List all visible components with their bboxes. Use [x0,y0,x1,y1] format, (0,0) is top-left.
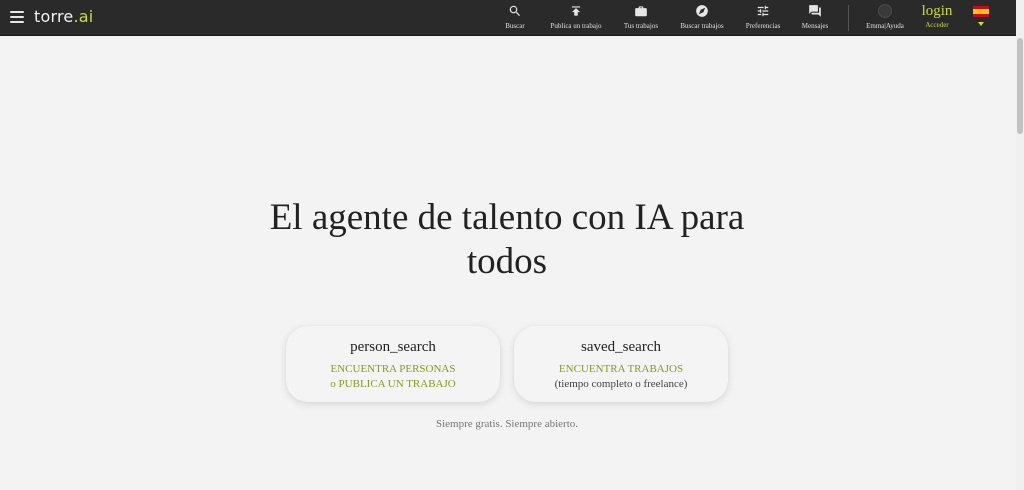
scrollbar-thumb[interactable] [1017,38,1023,134]
sliders-icon [757,5,769,17]
hero-title-line2: todos [466,241,548,282]
chat-icon [809,5,821,17]
caret-down-icon [978,22,984,26]
logo-text: torre [34,7,74,26]
hero-title: El agente de talento con IA para todos [212,196,802,284]
user-menu[interactable]: Emma|Ayuda [862,4,908,30]
nav-item-mensajes[interactable]: Mensajes [798,4,832,32]
search-icon [509,5,520,16]
login-title: login [921,3,953,19]
nav-label: Tus trabajos [623,22,659,30]
nav-label: Buscar [505,22,525,30]
spain-flag-icon [973,6,989,17]
nav-item-publica[interactable]: Publica un trabajo [546,4,606,32]
logo[interactable]: torre.ai [34,7,93,26]
menu-icon[interactable] [10,11,24,23]
top-nav-bar: torre.ai Buscar Publica un trabajo Tus t… [0,0,1016,36]
card-line2: o PUBLICA UN TRABAJO [330,378,456,390]
logo-accent: .ai [73,7,94,26]
page-scrollbar[interactable] [1016,0,1024,490]
nav-item-preferencias[interactable]: Preferencias [742,4,784,32]
nav-item-buscar[interactable]: Buscar [500,4,530,32]
nav-label: Mensajes [801,22,829,30]
briefcase-icon [635,6,647,17]
card-line1: ENCUENTRA PERSONAS [330,363,456,375]
nav-label: Preferencias [745,22,781,30]
user-label: Emma|Ayuda [866,22,904,30]
nav-label: Publica un trabajo [550,22,602,30]
find-people-card[interactable]: person_search ENCUENTRA PERSONAS o PUBLI… [286,326,500,402]
upload-icon [571,6,581,16]
person-search-icon: person_search [350,339,436,355]
nav-divider [848,5,849,31]
find-jobs-card[interactable]: saved_search ENCUENTRA TRABAJOS (tiempo … [514,326,728,402]
nav-item-buscar-trabajos[interactable]: Buscar trabajos [676,4,728,32]
card-line2: (tiempo completo o freelance) [554,378,688,390]
hero-title-line1: El agente de talento con IA para [269,197,745,238]
language-selector[interactable] [972,6,990,26]
footnote: Siempre gratis. Siempre abierto. [435,418,579,430]
login-subtitle: Acceder [925,21,949,29]
saved-search-icon: saved_search [581,339,661,355]
nav-label: Buscar trabajos [680,22,724,30]
card-line1: ENCUENTRA TRABAJOS [558,363,684,375]
avatar [878,4,892,18]
compass-icon [696,5,708,17]
login-button[interactable]: login Acceder [918,3,956,29]
nav-item-tus-trabajos[interactable]: Tus trabajos [620,4,662,32]
